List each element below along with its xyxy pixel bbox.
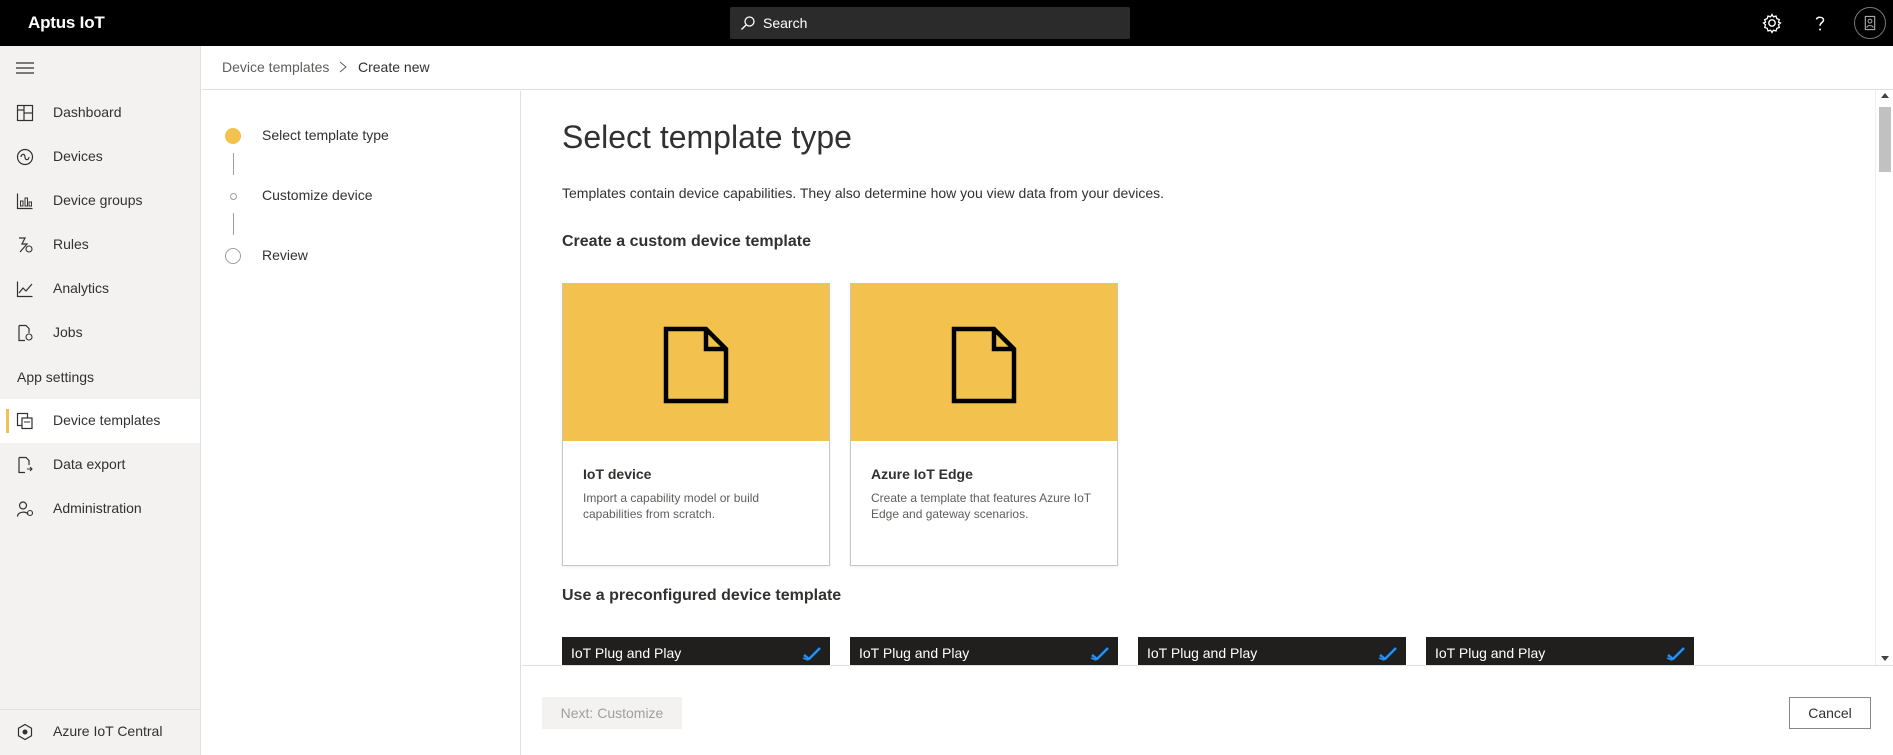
nav-label: Jobs [53,324,83,340]
preconfigured-template-heading: Use a preconfigured device template [562,587,842,604]
nav-label: Administration [53,500,142,516]
user-icon [1864,15,1876,31]
page-description: Templates contain device capabilities. T… [562,185,1165,201]
chevron-right-icon [339,61,347,73]
certified-check-icon [1378,647,1397,661]
card-description: Import a capability model or build capab… [583,491,760,521]
breadcrumb: Device templates Create new [202,46,1893,90]
nav-label: Devices [53,148,103,164]
analytics-icon [16,281,33,298]
nav-label: Device groups [53,192,143,208]
nav-label: Azure IoT Central [53,723,163,739]
left-nav: Dashboard Devices Device groups Rules An… [0,46,201,755]
next-customize-button[interactable]: Next: Customize [542,697,682,729]
preconfigured-card-label: IoT Plug and Play [571,645,682,661]
step-connector [233,213,234,235]
hamburger-menu-icon[interactable] [16,61,34,75]
help-icon[interactable] [1808,11,1832,35]
jobs-icon [18,324,33,342]
certified-check-icon [1090,647,1109,661]
nav-item-azure-iot-central[interactable]: Azure IoT Central [0,710,200,754]
template-card-iot-device[interactable]: IoT device Import a capability model or … [562,283,830,566]
search-label: Search [763,15,808,31]
step-active-indicator [225,128,241,144]
step-review[interactable]: Review [202,241,521,271]
nav-item-data-export[interactable]: Data export [0,443,200,487]
main-content: Select template type Templates contain d… [522,91,1875,665]
gear-icon[interactable] [1760,11,1784,35]
step-customize-device[interactable]: Customize device [202,181,521,211]
nav-item-analytics[interactable]: Analytics [0,267,200,311]
nav-item-jobs[interactable]: Jobs [0,311,200,355]
card-banner [563,284,829,441]
preconfigured-card[interactable]: IoT Plug and Play [562,637,830,665]
document-icon [663,326,729,404]
breadcrumb-device-templates[interactable]: Device templates [222,59,329,75]
preconfigured-card-label: IoT Plug and Play [1435,645,1546,661]
card-description: Create a template that features Azure Io… [871,491,1091,521]
step-pending-indicator [230,193,237,200]
step-connector [233,153,234,175]
cancel-button[interactable]: Cancel [1789,697,1871,729]
step-pending-indicator [225,248,241,264]
preconfigured-card[interactable]: IoT Plug and Play [850,637,1118,665]
preconfigured-card-label: IoT Plug and Play [859,645,970,661]
step-label: Review [262,247,308,263]
data-export-icon [18,456,33,474]
nav-label: Device templates [53,412,161,428]
template-card-azure-iot-edge[interactable]: Azure IoT Edge Create a template that fe… [850,283,1118,566]
nav-item-devices[interactable]: Devices [0,135,200,179]
search-icon [741,16,755,30]
scroll-thumb[interactable] [1879,107,1891,172]
card-title: IoT device [583,466,652,482]
search-box[interactable]: Search [730,7,1130,39]
breadcrumb-current: Create new [358,59,430,75]
device-groups-icon [16,193,33,210]
preconfigured-card-label: IoT Plug and Play [1147,645,1258,661]
nav-item-rules[interactable]: Rules [0,223,200,267]
avatar[interactable] [1854,7,1886,39]
certified-check-icon [1666,647,1685,661]
page-title: Select template type [562,119,852,155]
nav-item-administration[interactable]: Administration [0,487,200,531]
device-templates-icon [16,412,33,430]
scroll-up-arrow[interactable] [1881,93,1889,98]
nav-label: Data export [53,456,126,472]
custom-template-heading: Create a custom device template [562,233,811,250]
footer-actions: Next: Customize Cancel [522,665,1893,755]
nav-label: Rules [53,236,89,252]
scroll-down-arrow[interactable] [1881,656,1889,661]
dashboard-icon [16,104,34,122]
step-label: Select template type [262,127,389,143]
preconfigured-card[interactable]: IoT Plug and Play [1426,637,1694,665]
step-select-template-type[interactable]: Select template type [202,121,521,151]
nav-item-device-groups[interactable]: Device groups [0,179,200,223]
preconfigured-card[interactable]: IoT Plug and Play [1138,637,1406,665]
nav-label: Dashboard [53,104,122,120]
azure-iot-central-icon [17,723,33,741]
nav-item-dashboard[interactable]: Dashboard [0,91,200,135]
document-icon [951,326,1017,404]
top-bar: Aptus IoT Search [0,0,1893,46]
certified-check-icon [802,647,821,661]
nav-label: Analytics [53,280,110,296]
administration-icon [16,501,34,517]
card-title: Azure IoT Edge [871,466,973,482]
nav-section-app-settings: App settings [17,369,95,385]
nav-item-device-templates[interactable]: Device templates [0,399,200,443]
rules-icon [19,237,33,253]
main-scrollbar[interactable] [1875,91,1893,665]
devices-icon [16,148,34,166]
step-label: Customize device [262,187,373,203]
app-title[interactable]: Aptus IoT [28,13,105,33]
card-banner [851,284,1117,441]
wizard-steps: Select template type Customize device Re… [202,91,521,755]
